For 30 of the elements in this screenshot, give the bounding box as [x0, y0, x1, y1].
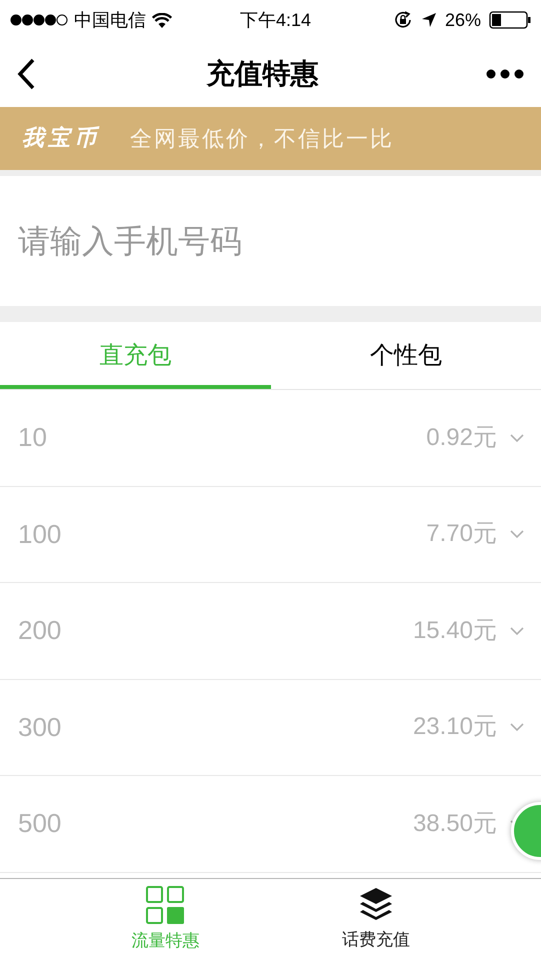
signal-icon	[10, 14, 68, 26]
package-tab[interactable]: 个性包	[270, 322, 541, 389]
battery-percent: 26%	[444, 8, 481, 32]
package-amount: 200	[18, 614, 62, 648]
phone-input-field[interactable]: 请输入手机号码	[18, 217, 523, 265]
package-price: 7.70元	[426, 519, 497, 550]
clock-text: 下午4:14	[240, 8, 312, 32]
package-amount: 500	[18, 807, 62, 840]
tab-bar-item[interactable]: 话费充值	[270, 879, 481, 960]
chevron-down-icon	[509, 722, 525, 732]
package-amount: 100	[18, 518, 62, 551]
package-price: 23.10元	[412, 712, 497, 742]
wifi-icon	[152, 12, 172, 28]
package-amount: 300	[18, 710, 62, 744]
package-price: 38.50元	[412, 808, 497, 839]
chevron-down-icon	[509, 529, 525, 540]
rotation-lock-icon	[392, 10, 413, 30]
page-title: 充值特惠	[206, 56, 318, 90]
back-icon	[16, 56, 36, 90]
package-amount: 10	[18, 421, 47, 454]
battery-icon	[489, 11, 531, 29]
more-icon	[486, 68, 524, 78]
brand-logo: 我宝币	[22, 124, 100, 153]
location-arrow-icon	[420, 12, 437, 28]
package-price: 0.92元	[426, 422, 497, 453]
chevron-down-icon	[509, 432, 525, 443]
slogan-text: 全网最低价，不信比一比	[130, 125, 394, 153]
carrier-text: 中国电信	[74, 8, 146, 32]
chevron-down-icon	[509, 626, 525, 636]
package-price: 15.40元	[412, 616, 497, 646]
